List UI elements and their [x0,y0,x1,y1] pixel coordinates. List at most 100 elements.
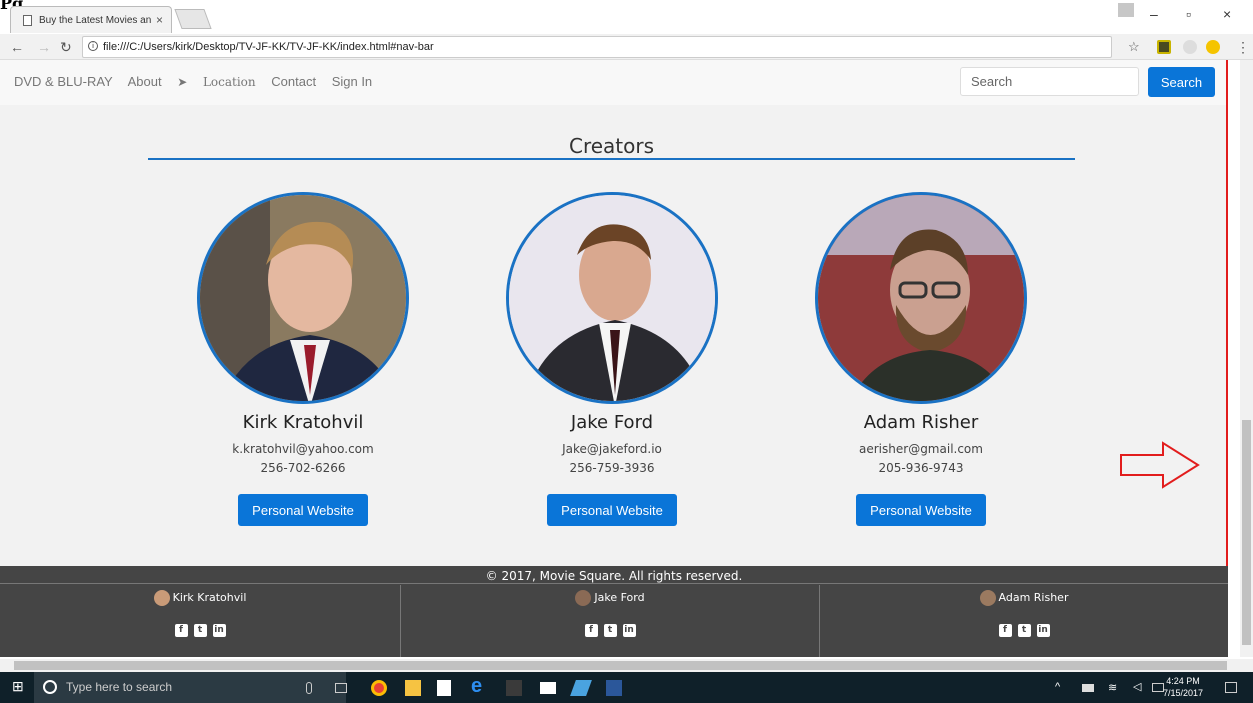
creator-photo [197,192,409,404]
creator-email: Jake@jakeford.io [562,442,662,456]
restore-icon[interactable]: ▫ [1186,6,1191,22]
linkedin-icon[interactable]: in [212,624,226,637]
scrollbar-thumb[interactable] [1242,420,1251,645]
creator-name: Jake Ford [570,412,654,433]
footer-name: Adam Risher [998,591,1069,604]
browser-tab-strip: Pg Buy the Latest Movies an × – ▫ × [0,0,1253,34]
tab-title: Buy the Latest Movies an [39,15,152,26]
microphone-icon[interactable] [306,682,312,694]
close-window-icon[interactable]: × [1223,6,1231,22]
nav-location[interactable]: Location [203,75,256,89]
chrome-icon[interactable] [371,680,387,696]
personal-website-button[interactable]: Personal Website [856,494,986,526]
nav-links: DVD & BLU-RAY About ➤ Location Contact S… [14,74,384,89]
facebook-icon[interactable]: f [998,624,1012,637]
creator-card: Kirk Kratohvil k.kratohvil@yahoo.com 256… [153,192,453,526]
nav-about[interactable]: About [128,74,162,89]
avatar [575,590,592,606]
location-arrow-icon: ➤ [177,75,188,89]
nav-sign-in[interactable]: Sign In [332,74,372,89]
browser-tab[interactable]: Buy the Latest Movies an × [10,6,172,33]
windows-start-icon[interactable]: ⊞ [12,678,28,694]
facebook-icon[interactable]: f [174,624,188,637]
forward-icon[interactable]: → [37,39,51,55]
back-icon[interactable]: ← [10,39,24,55]
personal-website-button[interactable]: Personal Website [238,494,368,526]
network-icon[interactable]: ≋ [1108,681,1124,697]
footer-name: Kirk Kratohvil [172,591,247,604]
facebook-icon[interactable]: f [584,624,598,637]
scrollbar-thumb[interactable] [14,661,1227,670]
extension-icon[interactable] [1157,40,1171,54]
tray-chevron-icon[interactable]: ^ [1055,681,1071,697]
creator-phone: 256-759-3936 [569,461,655,475]
web-page: DVD & BLU-RAY About ➤ Location Contact S… [0,60,1228,657]
taskbar-search[interactable]: Type here to search [34,672,346,703]
avatar [153,590,170,606]
system-clock[interactable]: 4:24 PM 7/15/2017 [1163,675,1203,699]
battery-icon[interactable] [1082,684,1094,692]
section-divider [148,158,1075,160]
twitter-icon[interactable]: t [603,624,617,637]
search-input[interactable] [960,67,1139,96]
twitter-icon[interactable]: t [1017,624,1031,637]
twitter-icon[interactable]: t [193,624,207,637]
creator-phone: 256-702-6266 [260,461,346,475]
footer-column: Kirk Kratohvil f t in [0,585,401,657]
volume-icon[interactable]: ◁ [1133,680,1149,696]
search-button[interactable]: Search [1148,67,1215,97]
copyright-text: © 2017, Movie Square. All rights reserve… [0,566,1228,584]
cortana-icon [43,680,57,694]
info-icon[interactable]: i [88,41,98,51]
app-icon[interactable] [570,680,592,696]
creator-email: aerisher@gmail.com [859,442,983,456]
page-icon [23,15,32,26]
site-footer: © 2017, Movie Square. All rights reserve… [0,566,1228,657]
creator-phone: 205-936-9743 [878,461,964,475]
site-navbar: DVD & BLU-RAY About ➤ Location Contact S… [0,60,1228,105]
windows-taskbar: ⊞ Type here to search e ^ ≋ ◁ 4:24 PM 7/… [0,672,1253,703]
reload-icon[interactable]: ↻ [60,39,72,56]
extension-icon[interactable] [1206,40,1220,54]
footer-name: Jake Ford [594,591,645,604]
close-tab-icon[interactable]: × [156,13,163,27]
footer-column: Jake Ford f t in [401,585,820,657]
creator-photo [506,192,718,404]
browser-toolbar: ← → ↻ i file:///C:/Users/kirk/Desktop/TV… [0,34,1253,60]
bookmark-star-icon[interactable]: ☆ [1128,39,1140,55]
creator-card: Jake Ford Jake@jakeford.io 256-759-3936 … [462,192,762,526]
media-app-icon[interactable] [506,680,522,696]
extension-icon[interactable] [1183,40,1197,54]
creator-card: Adam Risher aerisher@gmail.com 205-936-9… [771,192,1071,526]
task-view-icon[interactable] [335,683,347,693]
url-text: file:///C:/Users/kirk/Desktop/TV-JF-KK/T… [103,41,434,53]
profile-icon[interactable] [1118,3,1134,17]
notifications-icon[interactable] [1225,682,1237,693]
linkedin-icon[interactable]: in [622,624,636,637]
personal-website-button[interactable]: Personal Website [547,494,677,526]
creator-email: k.kratohvil@yahoo.com [232,442,374,456]
vertical-scrollbar[interactable] [1240,60,1253,657]
nav-contact[interactable]: Contact [271,74,316,89]
creator-name: Kirk Kratohvil [242,412,364,433]
clock-date: 7/15/2017 [1163,688,1204,698]
creator-photo [815,192,1027,404]
mail-icon[interactable] [540,682,556,694]
horizontal-scrollbar[interactable] [0,659,1253,672]
file-explorer-icon[interactable] [405,680,421,696]
minimize-icon[interactable]: – [1150,6,1158,22]
footer-column: Adam Risher f t in [820,585,1228,657]
address-bar[interactable]: i file:///C:/Users/kirk/Desktop/TV-JF-KK… [82,36,1112,58]
nav-dvd-bluray[interactable]: DVD & BLU-RAY [14,74,113,89]
new-tab-button[interactable] [174,9,212,29]
taskbar-search-placeholder: Type here to search [66,680,173,694]
store-icon[interactable] [437,680,451,696]
word-icon[interactable] [606,680,622,696]
menu-icon[interactable]: ⋮ [1236,39,1250,56]
annotation-arrow-icon [1120,441,1200,489]
section-title: Creators [568,134,655,158]
avatar [979,590,996,606]
clock-time: 4:24 PM [1166,676,1200,686]
linkedin-icon[interactable]: in [1036,624,1050,637]
edge-icon[interactable]: e [471,675,487,697]
